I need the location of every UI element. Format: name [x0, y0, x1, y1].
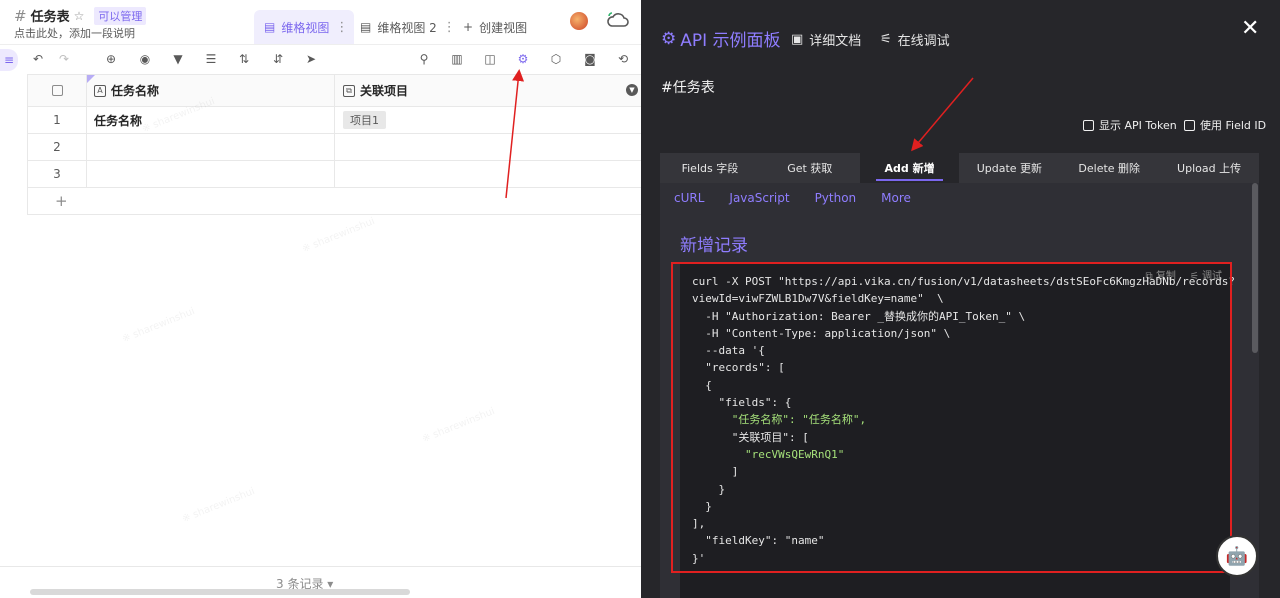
- view-toolbar: ≡ ↶ ↷ ⊕ ◉ ▼ ☰ ⇅ ⇵ ➤ ⚲ ▥ ◫ ⚙ ⬡ ◙ ⟲: [0, 44, 641, 74]
- tab-fields[interactable]: Fields 字段: [660, 153, 760, 183]
- api-panel-title: ⚙ API 示例面板: [661, 26, 781, 52]
- datasheet-pane: # 任务表 ☆ 可以管理 点击此处，添加一段说明 ▤ 维格视图 ⋮ ▤ 维格视图…: [0, 0, 641, 598]
- tab-more-icon[interactable]: ⋮: [443, 20, 456, 35]
- create-view-button[interactable]: + 创建视图: [463, 10, 527, 44]
- add-row-button[interactable]: +: [28, 188, 641, 215]
- table-row[interactable]: 3: [28, 161, 641, 188]
- permission-badge[interactable]: 可以管理: [94, 6, 147, 25]
- tab-label: 维格视图 2: [377, 20, 437, 35]
- group-icon[interactable]: ☰: [203, 51, 219, 67]
- option-label: 显示 API Token: [1099, 119, 1177, 132]
- tab-more-icon[interactable]: ⋮: [335, 20, 348, 35]
- grid-view-icon: ▤: [360, 20, 372, 34]
- close-icon[interactable]: ✕: [1241, 18, 1259, 40]
- lang-javascript[interactable]: JavaScript: [729, 191, 789, 205]
- share-icon[interactable]: ➤: [303, 51, 319, 67]
- cube-icon[interactable]: ⬡: [548, 51, 564, 67]
- tab-add[interactable]: Add 新增: [859, 153, 960, 183]
- related-project-cell[interactable]: [335, 161, 641, 187]
- lang-more[interactable]: More: [881, 191, 911, 205]
- annotation-highlight-box: [671, 262, 1232, 573]
- tab-get[interactable]: Get 获取: [760, 153, 860, 183]
- settings-sliders-icon: ⚟: [880, 32, 892, 47]
- sidebar-toggle-icon[interactable]: ≡: [0, 49, 18, 71]
- row-number: 1: [28, 107, 87, 133]
- project-chip[interactable]: 项目1: [343, 111, 386, 129]
- history-icon[interactable]: ⟲: [615, 51, 631, 67]
- select-all-cell[interactable]: [28, 75, 87, 106]
- title-row: # 任务表 ☆ 可以管理: [14, 6, 147, 25]
- undo-icon[interactable]: ↶: [30, 51, 46, 67]
- sort-icon[interactable]: ⇅: [236, 51, 252, 67]
- robot-icon[interactable]: ◙: [582, 51, 598, 67]
- hide-fields-icon[interactable]: ◉: [137, 51, 153, 67]
- show-api-token-option[interactable]: 显示 API Token: [1083, 117, 1177, 133]
- text-field-icon: A: [94, 84, 106, 97]
- tab-delete[interactable]: Delete 删除: [1059, 153, 1159, 183]
- task-name-cell[interactable]: [87, 134, 335, 160]
- form-icon[interactable]: ▥: [449, 51, 465, 67]
- related-project-cell[interactable]: 项目1: [335, 107, 641, 133]
- task-name-cell[interactable]: [87, 161, 335, 187]
- tab-grid-view[interactable]: ▤ 维格视图 ⋮: [254, 10, 354, 44]
- widget-icon[interactable]: ◫: [482, 51, 498, 67]
- search-icon[interactable]: ⚲: [416, 51, 432, 67]
- api-panel-title-text: API 示例面板: [680, 31, 781, 51]
- filter-icon[interactable]: ▼: [170, 51, 186, 67]
- sheet-heading: #任务表: [661, 80, 715, 96]
- grid-view-icon: ▤: [264, 20, 276, 34]
- tab-grid-view-2[interactable]: ▤ 维格视图 2 ⋮: [360, 10, 456, 44]
- tab-label: 维格视图: [281, 20, 330, 35]
- vertical-scrollbar[interactable]: [1252, 183, 1258, 353]
- debug-link-label: 在线调试: [897, 34, 950, 49]
- show-api-token-checkbox[interactable]: [1083, 119, 1094, 131]
- debug-link[interactable]: ⚟ 在线调试: [880, 30, 950, 49]
- column-dropdown-icon[interactable]: ▼: [626, 84, 638, 96]
- lang-curl[interactable]: cURL: [674, 191, 704, 205]
- sheet-description[interactable]: 点击此处，添加一段说明: [14, 25, 135, 41]
- table-row[interactable]: 2: [28, 134, 641, 161]
- assistant-bot-icon[interactable]: 🤖: [1216, 535, 1258, 577]
- row-number: 3: [28, 161, 87, 187]
- document-icon: ▣: [791, 32, 804, 47]
- tab-update[interactable]: Update 更新: [959, 153, 1059, 183]
- use-field-id-option[interactable]: 使用 Field ID: [1184, 117, 1266, 133]
- related-project-cell[interactable]: [335, 134, 641, 160]
- row-height-icon[interactable]: ⇵: [270, 51, 286, 67]
- use-field-id-checkbox[interactable]: [1184, 119, 1195, 131]
- cloud-sync-icon[interactable]: [606, 10, 630, 30]
- column-header-label: 任务名称: [111, 84, 160, 98]
- api-icon[interactable]: ⚙: [515, 51, 531, 67]
- tab-upload[interactable]: Upload 上传: [1159, 153, 1259, 183]
- grid-header-row: A 任务名称 ⧉ 关联项目 ▼: [28, 74, 641, 107]
- api-icon: ⚙: [661, 28, 677, 49]
- tab-label: 创建视图: [479, 20, 528, 35]
- add-record-icon[interactable]: ⊕: [103, 51, 119, 67]
- datasheet-header: # 任务表 ☆ 可以管理 点击此处，添加一段说明 ▤ 维格视图 ⋮ ▤ 维格视图…: [0, 0, 641, 44]
- language-tabs: cURL JavaScript Python More: [674, 191, 911, 205]
- data-grid: A 任务名称 ⧉ 关联项目 ▼ 1 任务名称 项目1 2 3 +: [27, 74, 641, 215]
- sheet-hash-icon: #: [14, 6, 27, 25]
- option-label: 使用 Field ID: [1200, 119, 1267, 132]
- plus-icon: +: [463, 20, 474, 34]
- task-name-cell[interactable]: 任务名称: [87, 107, 335, 133]
- doc-link[interactable]: ▣ 详细文档: [791, 30, 861, 49]
- table-row[interactable]: 1 任务名称 项目1: [28, 107, 641, 134]
- avatar[interactable]: [570, 12, 588, 30]
- lang-python[interactable]: Python: [815, 191, 857, 205]
- grid-footer: 3 条记录 ▾: [0, 566, 641, 598]
- api-method-tabs: Fields 字段 Get 获取 Add 新增 Update 更新 Delete…: [660, 153, 1259, 183]
- select-all-checkbox[interactable]: [51, 85, 63, 96]
- column-header-label: 关联项目: [360, 84, 409, 98]
- sheet-title[interactable]: 任务表: [31, 6, 70, 25]
- section-title: 新增记录: [680, 236, 748, 256]
- favorite-star-icon[interactable]: ☆: [74, 9, 85, 23]
- column-header-related-project[interactable]: ⧉ 关联项目 ▼: [335, 75, 641, 106]
- horizontal-scrollbar[interactable]: [30, 589, 410, 595]
- link-field-icon: ⧉: [343, 84, 355, 97]
- row-number: 2: [28, 134, 87, 160]
- redo-icon[interactable]: ↷: [56, 51, 72, 67]
- doc-link-label: 详细文档: [809, 34, 862, 49]
